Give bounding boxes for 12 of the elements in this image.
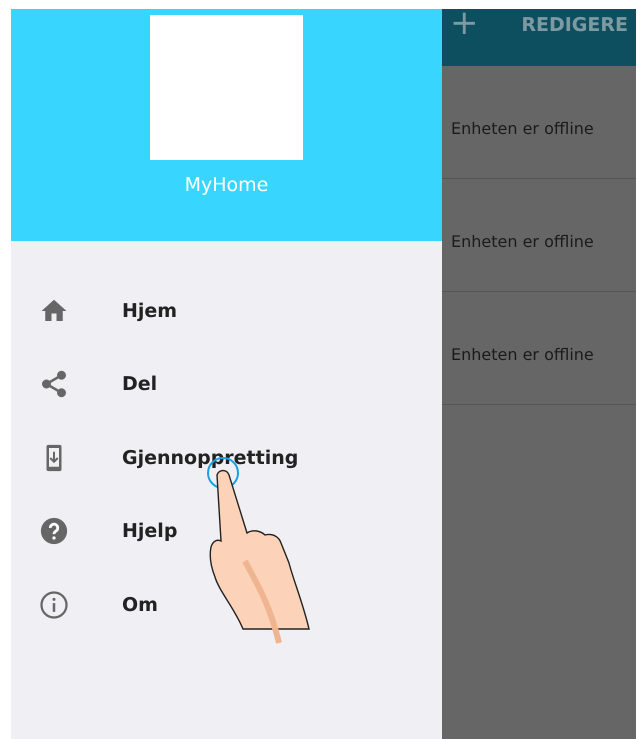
share-icon (39, 369, 69, 400)
device-status: Enheten er offline (451, 344, 594, 364)
device-status: Enheten er offline (451, 232, 594, 250)
menu-item[interactable]: Gjennoppretting (11, 421, 442, 494)
device-status: Enheten er offline (451, 118, 594, 138)
info-icon (39, 590, 69, 620)
help-icon (39, 516, 69, 546)
app-name: MyHome (184, 174, 268, 196)
menu-item[interactable]: Hjem (11, 274, 442, 348)
menu-item[interactable]: Del (11, 348, 442, 421)
menu-item[interactable]: Hjelp (11, 494, 442, 568)
menu-item[interactable]: Om (11, 568, 442, 642)
